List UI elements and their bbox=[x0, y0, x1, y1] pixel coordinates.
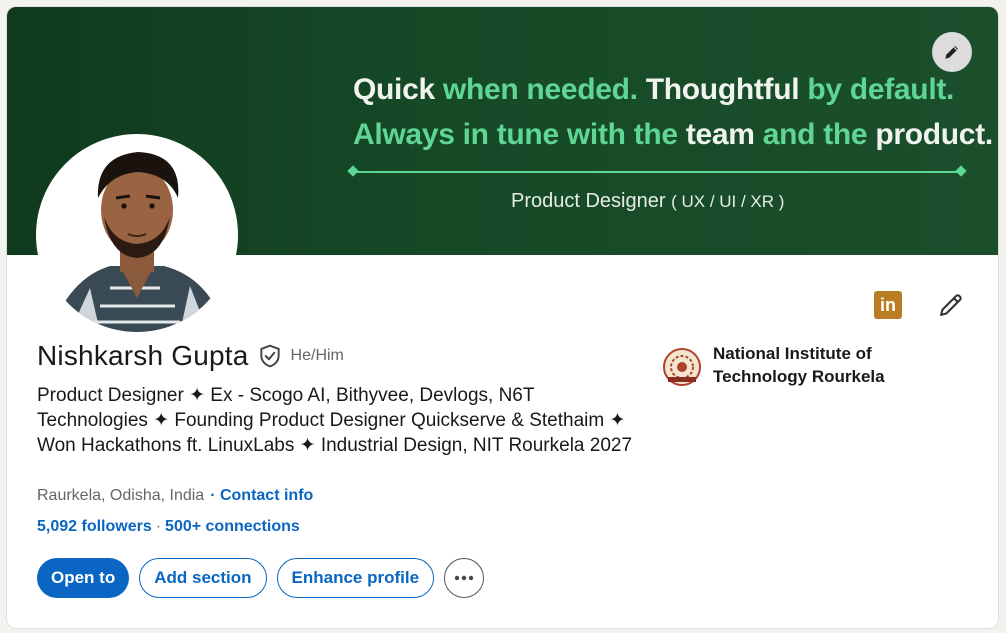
profile-name: Nishkarsh Gupta bbox=[37, 340, 249, 371]
separator: · bbox=[155, 518, 162, 535]
avatar-photo bbox=[40, 138, 234, 332]
pronouns: He/Him bbox=[290, 347, 344, 364]
name-row: Nishkarsh Gupta He/Him bbox=[37, 340, 344, 372]
banner-text: and the bbox=[762, 118, 876, 151]
banner-edit-icon bbox=[945, 46, 958, 59]
profile-card: Quick when needed. Thoughtful by default… bbox=[7, 7, 998, 628]
network-row: 5,092 followers · 500+ connections bbox=[37, 518, 300, 536]
avatar[interactable] bbox=[36, 134, 238, 336]
open-to-button[interactable]: Open to bbox=[37, 558, 130, 598]
banner-text: product. bbox=[875, 118, 993, 151]
banner-text: team bbox=[685, 118, 763, 151]
nit-rourkela-logo bbox=[663, 348, 701, 386]
banner-tagline-line2: Always in tune with the team and the pro… bbox=[353, 118, 993, 152]
banner-text: by default. bbox=[807, 73, 955, 106]
more-options-icon bbox=[454, 575, 474, 581]
banner-tagline-line1: Quick when needed. Thoughtful by default… bbox=[353, 73, 954, 107]
connections-link[interactable]: 500+ connections bbox=[165, 518, 300, 535]
banner-divider bbox=[353, 171, 961, 173]
verified-shield-icon[interactable] bbox=[257, 343, 283, 369]
followers-link[interactable]: 5,092 followers bbox=[37, 518, 152, 535]
banner-role-paren: ( UX / UI / XR ) bbox=[671, 192, 785, 211]
more-options-button[interactable] bbox=[444, 558, 485, 598]
action-buttons: Open to Add section Enhance profile bbox=[37, 558, 485, 598]
avatar-illustration bbox=[40, 138, 234, 332]
banner-edit-button[interactable] bbox=[932, 32, 972, 72]
location-row: Raurkela, Odisha, India · Contact info bbox=[37, 487, 313, 505]
education-item[interactable]: National Institute of Technology Rourkel… bbox=[662, 342, 903, 388]
contact-info-link[interactable]: · Contact info bbox=[210, 487, 313, 505]
banner-role-text: Product Designer bbox=[511, 190, 666, 212]
enhance-profile-button[interactable]: Enhance profile bbox=[276, 558, 435, 598]
banner-text: when needed. bbox=[442, 73, 646, 106]
edit-pencil-icon[interactable] bbox=[937, 291, 965, 319]
add-section-button[interactable]: Add section bbox=[139, 558, 267, 598]
linkedin-icon[interactable]: in bbox=[874, 291, 902, 319]
banner-text: Always in tune with the bbox=[353, 118, 686, 151]
profile-headline: Product Designer ✦ Ex - Scogo AI, Bithyv… bbox=[37, 385, 633, 456]
banner-text: Thoughtful bbox=[645, 73, 808, 106]
location: Raurkela, Odisha, India bbox=[37, 487, 205, 504]
banner-text: Quick bbox=[353, 73, 443, 106]
education-name: National Institute of Technology Rourkel… bbox=[713, 344, 885, 386]
